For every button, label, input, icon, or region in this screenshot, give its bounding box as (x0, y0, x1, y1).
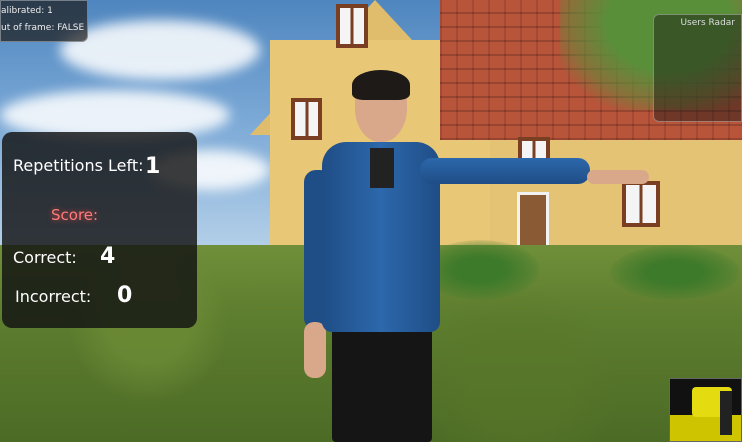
incorrect-count: 0 (117, 283, 133, 308)
users-radar-panel: Users Radar (653, 14, 742, 122)
calibrated-status-text: alibrated: 1 (1, 6, 53, 16)
avatar-right-hand (587, 170, 649, 184)
cloud (60, 20, 260, 80)
exercise-score-panel: Repetitions Left: 1 Score: Correct: 4 In… (2, 132, 197, 328)
avatar-legs (332, 325, 432, 442)
avatar-right-arm-extended (420, 158, 590, 184)
correct-label: Correct: (13, 248, 77, 267)
depth-camera-preview (669, 378, 742, 442)
house-window (336, 4, 368, 48)
users-radar-title: Users Radar (680, 18, 735, 28)
correct-count: 4 (100, 244, 116, 269)
score-heading: Score: (51, 206, 99, 224)
avatar-left-hand (304, 322, 326, 378)
avatar-character (300, 70, 660, 442)
repetitions-left-value: 1 (145, 154, 161, 179)
depth-user-silhouette (720, 391, 732, 435)
calibration-status-box: alibrated: 1 ut of frame: FALSE (0, 0, 88, 42)
avatar-hair (352, 70, 410, 100)
incorrect-label: Incorrect: (15, 287, 92, 306)
repetitions-left-label: Repetitions Left: (13, 156, 144, 175)
avatar-shirt (370, 148, 394, 188)
out-of-frame-status-text: ut of frame: FALSE (1, 23, 85, 33)
